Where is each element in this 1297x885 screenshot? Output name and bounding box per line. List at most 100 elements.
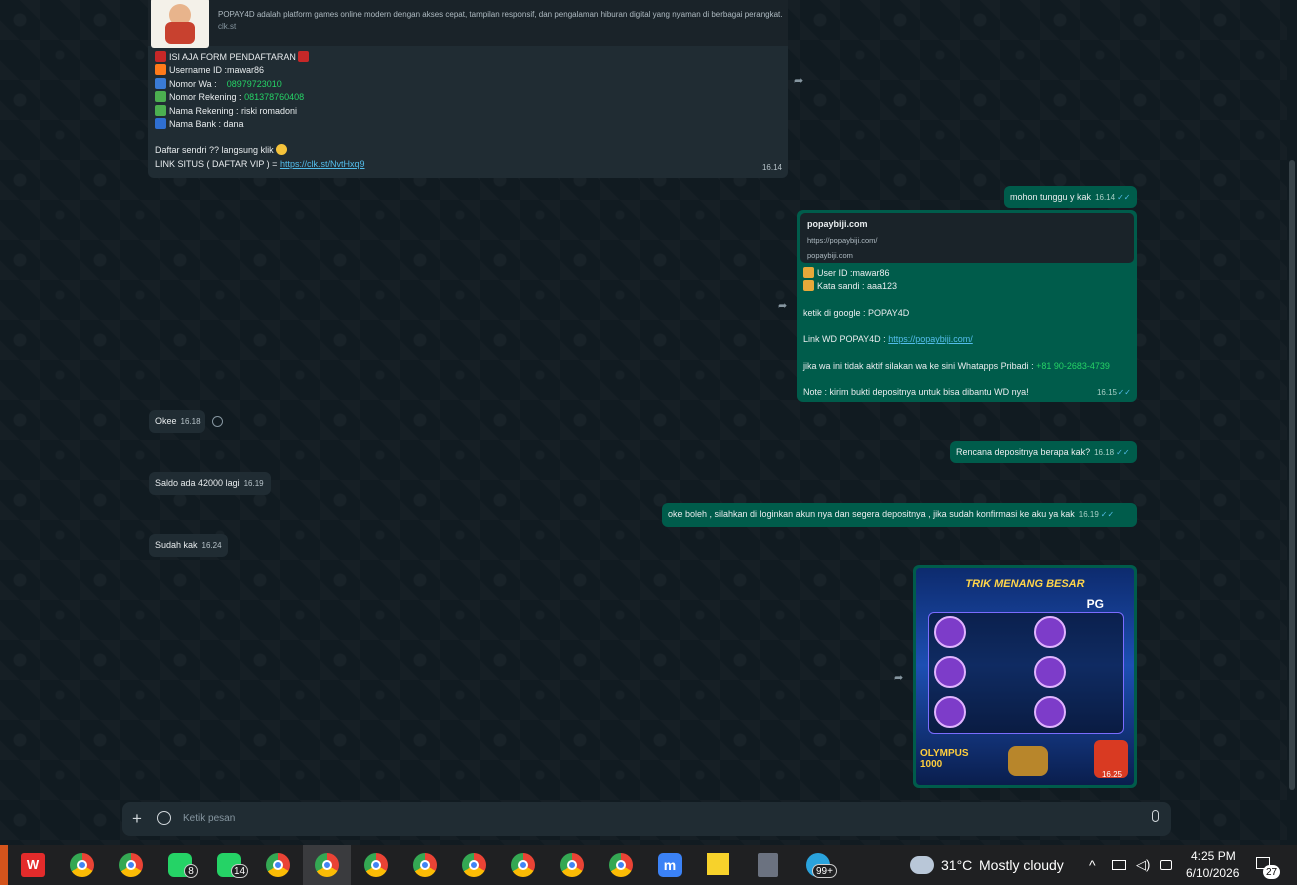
forward-icon[interactable]: ➦ [794,74,810,87]
wa-note: jika wa ini tidak aktif silakan wa ke si… [803,360,1037,371]
preview-thumbnail [151,0,209,48]
promo-image[interactable]: TRIK MENANG BESAR PG OLYMPUS 1000 16.25 [916,568,1134,785]
crown-icon [803,267,814,278]
monday-app-icon[interactable]: m [658,853,682,877]
read-ticks-icon: ✓✓ [1100,510,1115,519]
chevron-up-icon[interactable]: ^ [1089,845,1096,885]
preview-url: https://popaybiji.com/ [807,236,878,245]
chrome-icon[interactable] [119,853,143,877]
sticker-icon[interactable] [157,811,171,825]
chrome-icon[interactable] [315,853,339,877]
atm-icon [155,118,166,130]
game-logo-center [1008,746,1048,776]
money-icon [155,91,166,103]
game-logo-olympus: OLYMPUS 1000 [920,748,969,770]
wps-office-icon[interactable]: W [21,853,45,877]
chrome-icon[interactable] [413,853,437,877]
notification-badge: 14 [231,864,249,878]
react-emoji-icon[interactable] [212,416,223,427]
brand-logo: PG [1086,597,1104,611]
slot-game-icon [1034,656,1066,688]
message-outgoing-image[interactable]: TRIK MENANG BESAR PG OLYMPUS 1000 16.25 [913,565,1137,788]
chat-scrollbar[interactable] [1287,0,1297,845]
camera-icon[interactable] [1160,860,1172,870]
taskbar: W 8 14 m 99+ 31°C Mostly cloudy ^ ◁) 4:2… [0,845,1297,885]
chrome-icon[interactable] [364,853,388,877]
attach-plus-icon[interactable]: + [132,809,142,829]
notification-count: 27 [1263,865,1281,879]
preview-title: popaybiji.com [807,219,868,229]
calculator-icon[interactable] [758,853,778,877]
slot-game-icon [1034,696,1066,728]
form-title: ISI AJA FORM PENDAFTARAN [169,52,296,62]
nama-bank: Nama Bank : dana [169,119,244,130]
link-preview-card[interactable]: popaybiji.com https://popaybiji.com/ pop… [800,213,1134,263]
wa-number[interactable]: 08979723010 [227,79,282,89]
money-icon [155,104,166,116]
scroll-thumb[interactable] [1289,160,1295,790]
message-time: 16.19 [243,479,264,488]
clock-date[interactable]: 6/10/2026 [1186,866,1239,880]
fire-icon [155,64,166,76]
rekening-number[interactable]: 081378760408 [244,92,304,102]
chrome-icon[interactable] [266,853,290,877]
pointing-down-icon [276,144,288,156]
register-link[interactable]: https://clk.st/NvtHxq9 [280,159,365,169]
weather-icon[interactable] [910,856,934,874]
message-text: oke boleh , silahkan di loginkan akun ny… [668,509,1075,519]
slot-game-icon [934,616,966,648]
message-outgoing[interactable]: Rencana depositnya berapa kak? 16.18 ✓✓ [950,441,1137,463]
microphone-icon[interactable] [1152,810,1159,822]
message-outgoing[interactable]: mohon tunggu y kak 16.14 ✓✓ [1004,186,1137,208]
message-incoming[interactable]: Okee 16.18 [149,410,205,433]
user-id: User ID :mawar86 [817,268,890,278]
slot-game-icon [934,656,966,688]
wd-label: Link WD POPAY4D : [803,334,889,345]
daftar-text: Daftar sendri ?? langsung klik [155,145,274,156]
message-time: 16.18 [180,417,201,426]
forward-icon[interactable]: ➦ [894,671,910,684]
message-composer: + Ketik pesan [122,802,1171,836]
message-text: Sudah kak [155,540,198,550]
message-text: Saldo ada 42000 lagi [155,478,240,488]
wa-personal-number[interactable]: +81 90-2683-4739 [1036,361,1110,371]
preview-domain: clk.st [218,22,237,31]
preview-domain: popaybiji.com [807,251,853,260]
weather-temp[interactable]: 31°C [941,845,972,885]
chrome-icon[interactable] [560,853,584,877]
clock-time[interactable]: 4:25 PM [1191,849,1236,863]
chrome-icon[interactable] [462,853,486,877]
message-input[interactable]: Ketik pesan [183,813,235,824]
message-time: 16.14 [761,163,782,172]
banner-title: TRIK MENANG BESAR [965,578,1085,590]
network-icon[interactable] [1112,860,1126,870]
message-incoming[interactable]: Saldo ada 42000 lagi 16.19 [149,472,271,495]
deposit-note: Note : kirim bukti depositnya untuk bisa… [803,387,1029,398]
message-incoming[interactable]: Sudah kak 16.24 [149,534,228,557]
forward-icon[interactable]: ➦ [778,299,794,312]
message-outgoing[interactable]: oke boleh , silahkan di loginkan akun ny… [662,503,1137,527]
link-preview-card[interactable]: POPAY4D adalah platform games online mod… [148,0,788,48]
message-incoming-form[interactable]: POPAY4D adalah platform games online mod… [148,0,788,178]
slot-game-icon [934,696,966,728]
message-outgoing-login[interactable]: popaybiji.com https://popaybiji.com/ pop… [797,210,1137,402]
chrome-icon[interactable] [609,853,633,877]
chrome-icon[interactable] [511,853,535,877]
chrome-icon[interactable] [70,853,94,877]
sticky-notes-icon[interactable] [707,853,729,875]
google-hint: ketik di google : POPAY4D [803,307,910,318]
message-time: 16.19 [1078,510,1099,519]
taskbar-left-accent [0,845,8,885]
message-time: 16.14 [1095,193,1116,202]
rekening-label: Nomor Rekening : [169,92,242,103]
wd-link[interactable]: https://popaybiji.com/ [888,334,973,344]
read-ticks-icon: ✓✓ [1117,388,1131,397]
message-time: 16.15 [1096,388,1117,397]
weather-text[interactable]: Mostly cloudy [979,845,1064,885]
preview-description: POPAY4D adalah platform games online mod… [218,10,783,19]
message-text: Rencana depositnya berapa kak? [956,447,1091,457]
volume-icon[interactable]: ◁) [1136,845,1150,885]
message-text: mohon tunggu y kak [1010,192,1092,202]
rose-icon [155,51,166,62]
message-time: 16.25 [1101,770,1122,779]
